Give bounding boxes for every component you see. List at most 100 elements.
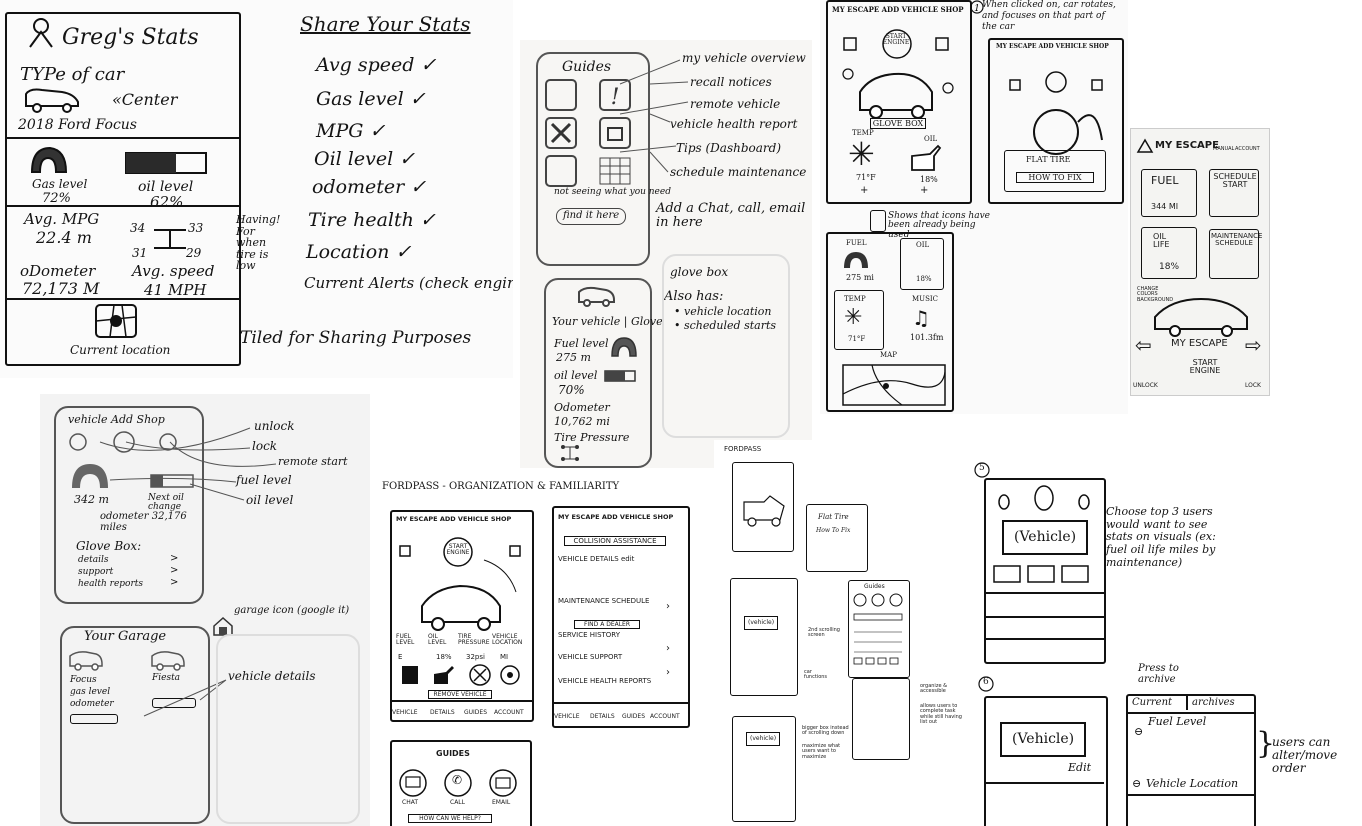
help-search-input[interactable]: HOW CAN WE HELP? [408, 814, 492, 823]
tab-current[interactable]: Current [1132, 697, 1172, 709]
org-start-engine[interactable]: START ENGINE [446, 543, 470, 557]
guides-label: Guides [864, 583, 885, 590]
stat-boxes [993, 565, 1089, 583]
details-item-health[interactable]: VEHICLE HEALTH REPORTS [558, 677, 651, 685]
top-circles [998, 485, 1090, 511]
glove-box-button[interactable]: GLOVE BOX [870, 118, 926, 129]
remove-icon-2[interactable]: ⊖ [1132, 778, 1141, 790]
details-item-vehicle[interactable]: VEHICLE DETAILS edit [558, 555, 634, 563]
share-item-odometer: odometer ✓ [312, 176, 427, 198]
temp-value: 71°F [856, 173, 876, 182]
maintenance-button[interactable]: MAINTENANCE SCHEDULE [1211, 232, 1262, 248]
oil-bar-icon [125, 152, 207, 174]
fuel-value: 344 MI [1151, 202, 1179, 211]
share-item-tire: Tire health ✓ [308, 209, 436, 231]
email-action[interactable]: EMAIL [492, 799, 510, 806]
tire-rl: 31 [132, 246, 148, 260]
svg-text:1: 1 [974, 4, 980, 14]
tab-archives[interactable]: archives [1192, 697, 1235, 709]
note-recall: recall notices [690, 75, 772, 89]
fordpass-org-sketch: FORDPASS - ORGANIZATION & FAMILIARITY MY… [378, 474, 708, 826]
share-item-location: Location ✓ [306, 241, 412, 263]
collision-assistance-button[interactable]: COLLISION ASSISTANCE [564, 536, 666, 546]
glovebox-support[interactable]: support [78, 567, 113, 577]
nav2-vehicle[interactable]: VEHICLE [554, 713, 580, 720]
start-engine-button[interactable]: START ENGINE [1181, 358, 1229, 376]
nav-guides[interactable]: GUIDES [464, 709, 487, 716]
glovebox-health[interactable]: health reports [78, 579, 143, 589]
how-to-fix-label[interactable]: How To Fix [816, 527, 850, 534]
remove-icon-1[interactable]: ⊖ [1134, 726, 1143, 738]
remove-vehicle-button[interactable]: REMOVE VEHICLE [428, 690, 492, 699]
glovebox-details[interactable]: details [78, 555, 108, 565]
nav2-account[interactable]: ACCOUNT [650, 713, 680, 720]
how-to-fix-button[interactable]: HOW TO FIX [1016, 172, 1094, 183]
escape-header: MY ESCAPE ADD VEHICLE SHOP [832, 5, 964, 14]
nav2-details[interactable]: DETAILS [590, 713, 615, 720]
nav-account[interactable]: ACCOUNT [494, 709, 524, 716]
vehicle-glove-title: Your vehicle | Glove [552, 315, 663, 328]
odometer-value: odometer 32,176 miles [100, 511, 187, 533]
note-organize: organize & accessible [920, 683, 948, 695]
car-icon [1154, 297, 1248, 337]
prev-arrow-icon[interactable]: ⇦ [1135, 335, 1152, 356]
chevron-2: > [170, 565, 179, 576]
car1-details-box[interactable] [70, 714, 118, 724]
note-overview: my vehicle overview [682, 51, 806, 65]
metric-fuel-value: E [398, 653, 403, 661]
vehicle-box-2: (Vehicle) [1000, 722, 1087, 757]
fuel-level-item[interactable]: Fuel Level [1148, 716, 1206, 728]
start-engine-label[interactable]: START ENGINE [882, 33, 910, 47]
annotation-lines [99, 427, 277, 501]
phone-icon: ✆ [452, 773, 463, 787]
details-item-service[interactable]: SERVICE HISTORY [558, 631, 620, 639]
oil-can-icon [911, 144, 942, 171]
garage-icon-note: garage icon (google it) [234, 605, 350, 616]
details-item-maintenance[interactable]: MAINTENANCE SCHEDULE [558, 597, 649, 605]
car1-gas: gas level [70, 687, 111, 697]
account-label[interactable]: ACCOUNT [1235, 146, 1260, 152]
note-bigger-box: bigger box instead of scrolling down [802, 725, 849, 737]
next-arrow-icon[interactable]: ⇨ [1245, 335, 1262, 356]
tire-pressure-label: Tire Pressure [554, 431, 630, 444]
metric-tire-value: 32psi [466, 653, 485, 661]
note-car-functions: car functions [804, 669, 828, 681]
edit-button[interactable]: Edit [1068, 762, 1091, 774]
lock-button[interactable]: LOCK [1245, 382, 1261, 389]
fuel-gauge-icon [844, 252, 868, 268]
nav-details[interactable]: DETAILS [430, 709, 455, 716]
chevron-a: › [666, 601, 670, 612]
vehicle-add-sketch: vehicle Add Shop 342 m Next oil change o… [40, 394, 370, 826]
garage-car-icons [69, 651, 185, 671]
speed-label: Avg. speed [132, 262, 215, 280]
metric-fuel: FUEL LEVEL [396, 633, 415, 647]
find-dealer-button[interactable]: FIND A DEALER [574, 620, 640, 629]
find-it-here-button[interactable]: find it here [556, 208, 627, 225]
nav-vehicle[interactable]: VEHICLE [392, 709, 418, 716]
schedule-start-button[interactable]: SCHEDULE START [1213, 172, 1257, 190]
vehicle-box-1: (Vehicle) [1002, 520, 1089, 555]
stats-title: Greg's Stats [62, 25, 199, 50]
warning-icon [1136, 138, 1154, 153]
guides-screen-title: GUIDES [436, 749, 470, 758]
details-header: MY ESCAPE ADD VEHICLE SHOP [558, 513, 674, 521]
unlock-button[interactable]: UNLOCK [1133, 382, 1158, 389]
nav2-guides[interactable]: GUIDES [622, 713, 645, 720]
details-item-support[interactable]: VEHICLE SUPPORT [558, 653, 622, 661]
garage-title: Your Garage [84, 629, 167, 644]
metric-icons [402, 664, 520, 686]
oil-value: 18% [920, 175, 938, 184]
odometer-label: Odometer [554, 401, 610, 414]
manual-label[interactable]: MANUAL [1213, 146, 1234, 152]
note-maximize: maximize what users want to maximize [802, 743, 841, 760]
chat-action[interactable]: CHAT [402, 799, 418, 806]
search-prompt: not seeing what you need [554, 187, 671, 197]
music-label: MUSIC [912, 295, 938, 303]
vehicle-location-item[interactable]: Vehicle Location [1146, 778, 1238, 790]
metric-location: VEHICLE LOCATION [492, 633, 523, 647]
call-action[interactable]: CALL [450, 799, 465, 806]
odometer-value: 72,173 M [22, 279, 100, 298]
gas-label: Gas level [32, 177, 88, 191]
snowflake-icon: ✳ [848, 135, 875, 173]
fordpass-flow-sketch: FORDPASS Flat Tire How To Fix (vehicle) … [714, 440, 966, 826]
